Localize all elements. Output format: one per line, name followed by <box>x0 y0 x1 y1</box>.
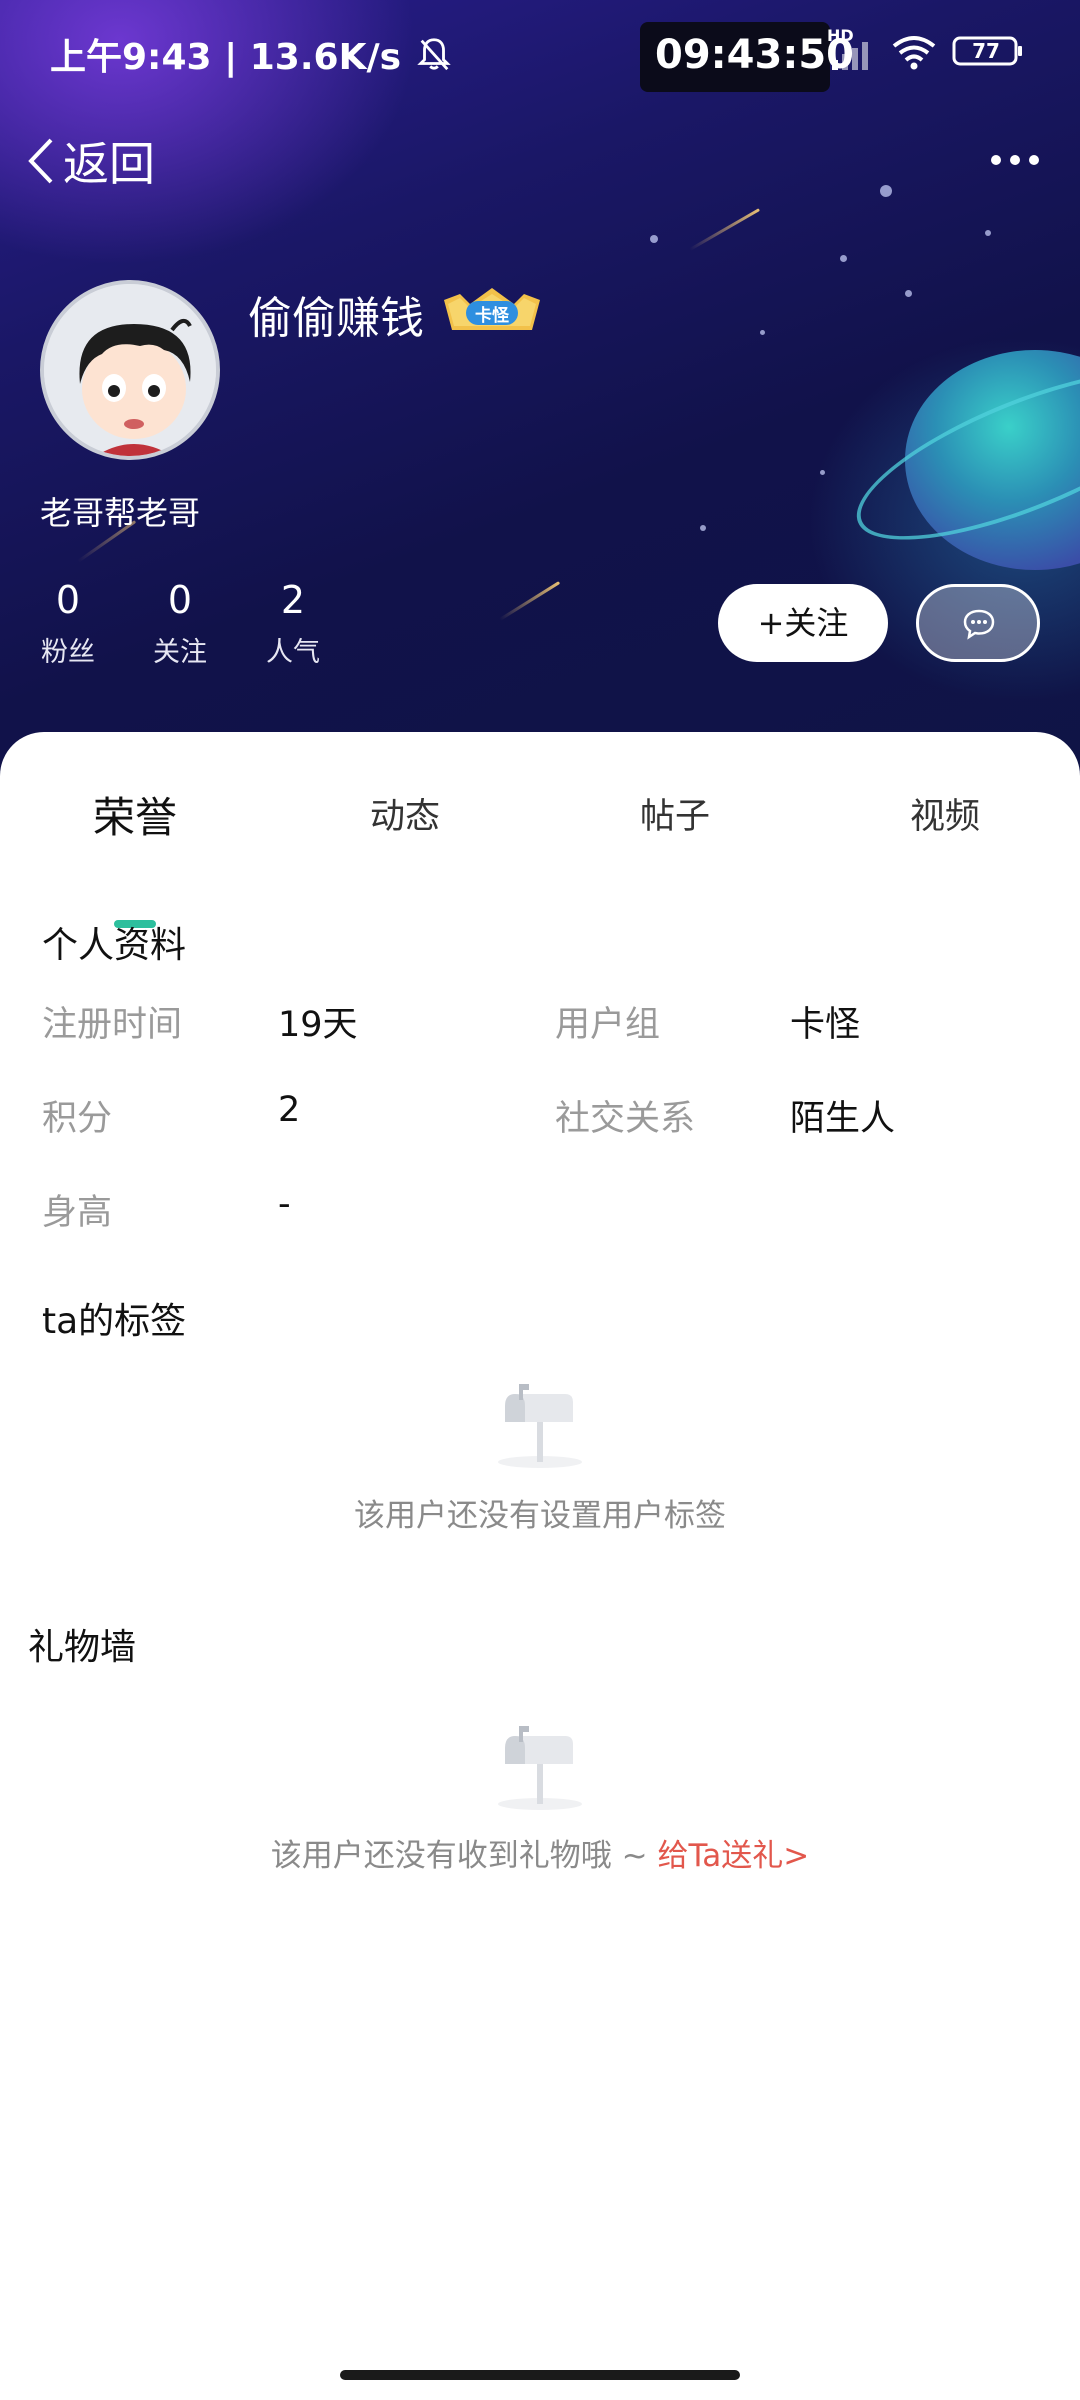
message-button[interactable] <box>916 584 1040 662</box>
stat-value: 0 <box>55 578 81 622</box>
user-signature: 老哥帮老哥 <box>40 494 201 532</box>
status-time-speed: 上午9:43 | 13.6K/s <box>50 37 402 78</box>
gift-empty-row: 该用户还没有收到礼物哦 ~ 给Ta送礼> <box>0 1830 1080 1875</box>
profile-header: 上午9:43 | 13.6K/s 09:43:50 HD 77 返回 偷偷赚钱 … <box>0 0 1080 790</box>
status-clock: 09:43:50 <box>655 32 854 78</box>
stat-popularity[interactable]: 2 人气 <box>243 578 343 669</box>
back-label: 返回 <box>63 137 155 191</box>
section-title-tags: ta的标签 <box>42 1301 187 1342</box>
meteor-decoration <box>689 208 761 251</box>
home-indicator[interactable] <box>340 2370 740 2380</box>
signal-icon <box>832 42 868 70</box>
username: 偷偷赚钱 <box>248 293 424 344</box>
tab-activity[interactable]: 动态 <box>305 788 505 839</box>
stat-value: 2 <box>280 578 306 622</box>
star-decoration <box>650 235 658 243</box>
more-dots-icon <box>991 155 1001 165</box>
empty-mailbox-icon <box>498 1384 582 1468</box>
section-title-personal-info: 个人资料 <box>42 925 187 966</box>
back-button[interactable]: 返回 <box>25 128 155 194</box>
send-gift-link[interactable]: 给Ta送礼> <box>657 1838 809 1874</box>
field-value-user-group: 卡怪 <box>790 1005 861 1045</box>
star-decoration <box>760 330 765 335</box>
battery-level: 77 <box>972 39 1000 63</box>
star-decoration <box>880 185 892 197</box>
field-label-height: 身高 <box>42 1193 113 1233</box>
tab-posts[interactable]: 帖子 <box>575 788 775 839</box>
chat-bubble-icon <box>963 609 995 640</box>
more-dots-icon <box>1010 155 1020 165</box>
profile-content-card: 荣誉 动态 帖子 视频 个人资料 注册时间 19天 用户组 卡怪 积分 2 社交… <box>0 732 1080 2400</box>
stat-label: 粉丝 <box>41 637 95 668</box>
tab-honor[interactable]: 荣誉 <box>35 784 235 845</box>
field-value-register-time: 19天 <box>278 1005 358 1045</box>
tab-videos[interactable]: 视频 <box>845 788 1045 839</box>
avatar-cartoon-image <box>44 284 216 456</box>
bell-mute-icon <box>417 38 451 71</box>
avatar[interactable] <box>40 280 220 460</box>
empty-mailbox-icon <box>498 1726 582 1810</box>
follow-button[interactable]: +关注 <box>718 584 888 662</box>
field-label-user-group: 用户组 <box>555 1005 661 1045</box>
stat-fans[interactable]: 0 粉丝 <box>18 578 118 669</box>
field-label-points: 积分 <box>42 1099 113 1139</box>
wifi-icon <box>892 36 936 70</box>
more-options-button[interactable] <box>985 140 1045 180</box>
field-value-height: - <box>278 1184 291 1224</box>
stat-label: 人气 <box>266 637 320 668</box>
meteor-decoration <box>499 581 561 621</box>
status-bar: 上午9:43 | 13.6K/s 09:43:50 HD 77 <box>0 0 1080 110</box>
chevron-left-icon <box>28 138 53 184</box>
star-decoration <box>820 470 825 475</box>
gift-empty-text: 该用户还没有收到礼物哦 ~ <box>270 1838 658 1874</box>
status-left: 上午9:43 | 13.6K/s <box>50 28 453 80</box>
section-title-gift-wall: 礼物墙 <box>28 1627 137 1668</box>
stat-following[interactable]: 0 关注 <box>130 578 230 669</box>
field-value-points: 2 <box>278 1090 301 1130</box>
tags-empty-text: 该用户还没有设置用户标签 <box>354 1498 726 1534</box>
stat-label: 关注 <box>153 637 207 668</box>
stat-value: 0 <box>167 578 193 622</box>
star-decoration <box>700 525 706 531</box>
star-decoration <box>985 230 991 236</box>
tab-bar: 荣誉 动态 帖子 视频 <box>0 788 1080 928</box>
field-label-register-time: 注册时间 <box>42 1005 183 1045</box>
more-dots-icon <box>1029 155 1039 165</box>
field-value-relationship: 陌生人 <box>790 1099 896 1139</box>
star-decoration <box>905 290 912 297</box>
star-decoration <box>840 255 847 262</box>
field-label-relationship: 社交关系 <box>555 1099 696 1139</box>
level-badge-text: 卡怪 <box>475 306 509 326</box>
